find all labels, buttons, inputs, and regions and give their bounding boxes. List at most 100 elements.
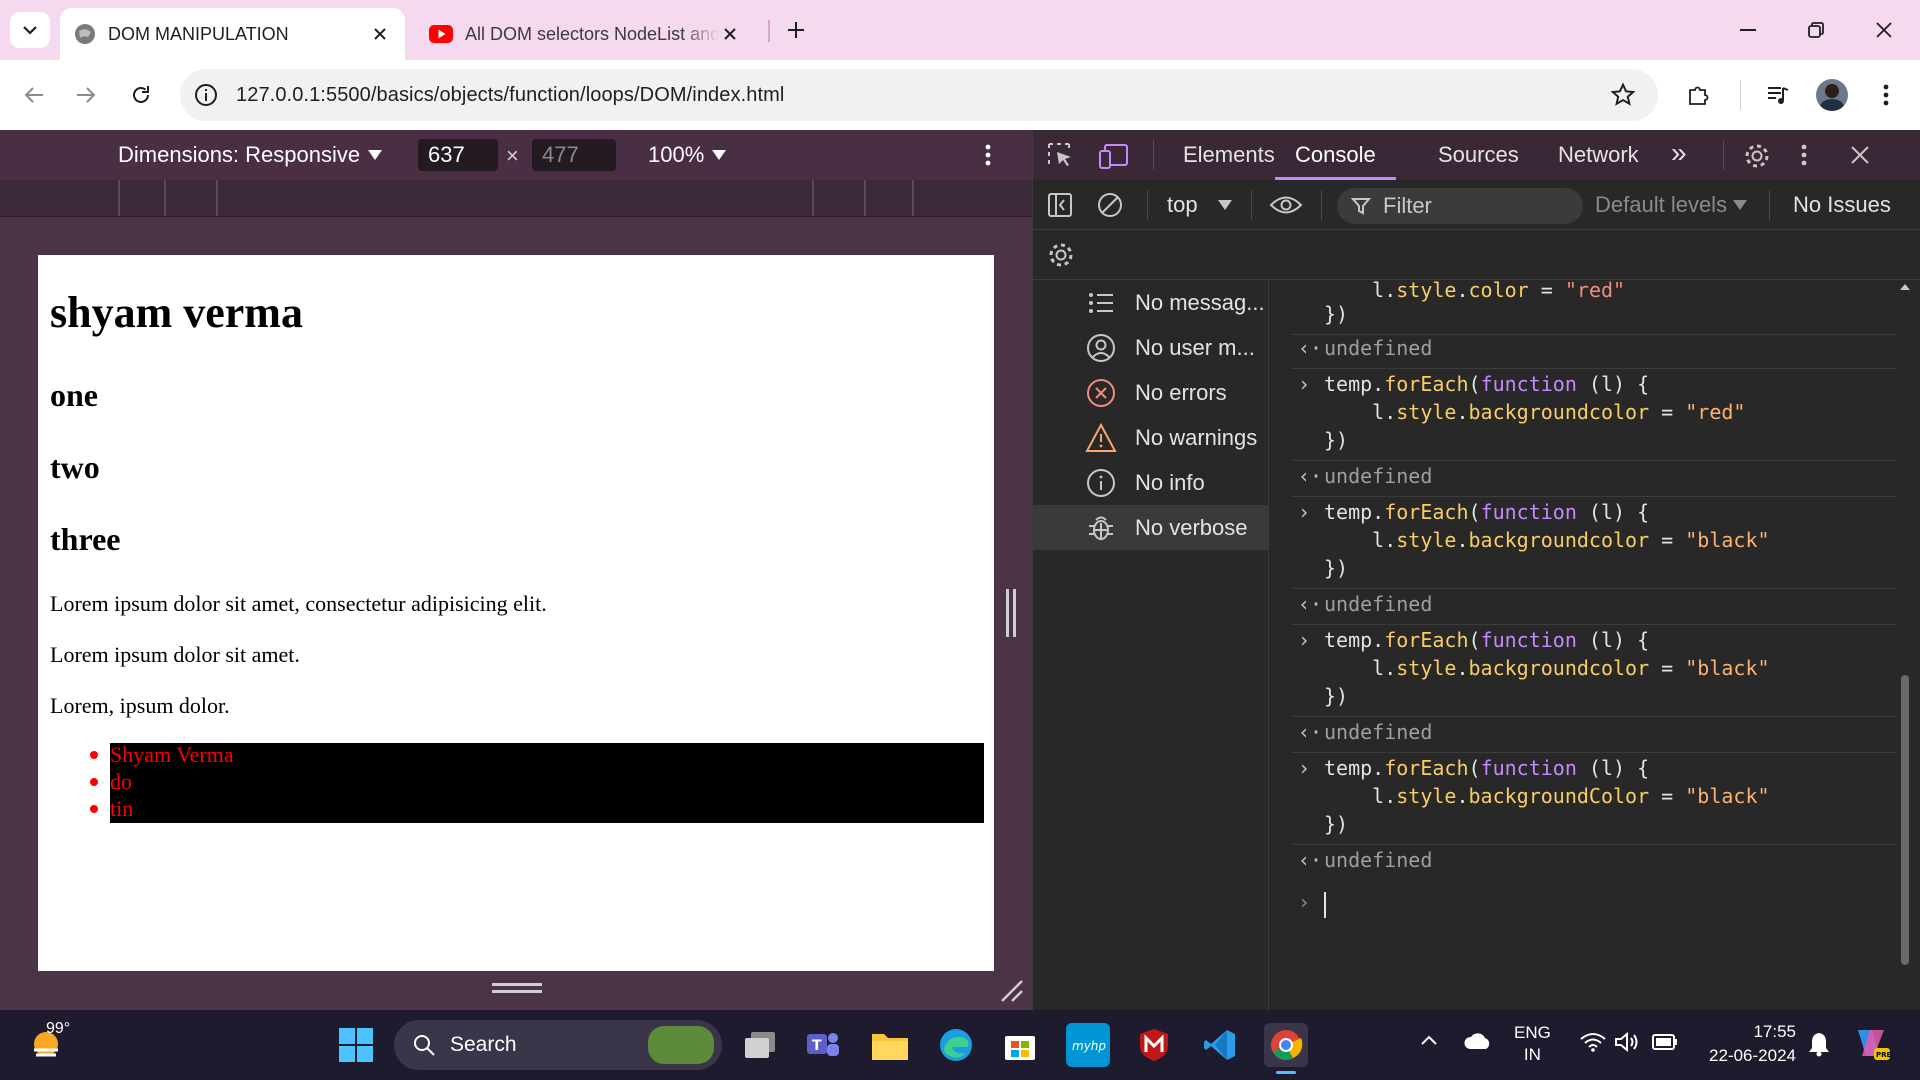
filter-input[interactable]: Filter [1337, 188, 1583, 224]
issues-label[interactable]: No Issues [1793, 180, 1891, 230]
tab-elements[interactable]: Elements [1183, 130, 1275, 180]
reload-button[interactable] [121, 75, 161, 115]
caret-down-icon [712, 150, 727, 160]
tab-console[interactable]: Console [1275, 130, 1396, 180]
profile-avatar[interactable] [1816, 79, 1848, 111]
mcafee-icon[interactable] [1132, 1023, 1176, 1067]
eye-icon[interactable] [1269, 194, 1303, 216]
device-toolbar-toggle-icon[interactable] [1099, 142, 1129, 170]
file-explorer-icon[interactable] [868, 1023, 912, 1067]
show-hidden-icons-chevron-icon[interactable] [1420, 1034, 1438, 1046]
ruler-mark [912, 180, 914, 216]
forward-button[interactable] [66, 75, 106, 115]
console-sidebar: No messag... No user m... No errors No w… [1033, 280, 1269, 1010]
height-input[interactable]: 477 [532, 139, 616, 171]
edge-browser-icon[interactable] [934, 1023, 978, 1067]
resize-handle-bottom[interactable] [492, 983, 542, 986]
console-prompt-input[interactable] [1324, 892, 1326, 918]
console-code-line: }) [1324, 812, 1349, 836]
teams-icon[interactable]: T [802, 1023, 846, 1067]
divider [1723, 140, 1724, 170]
restore-icon [1808, 22, 1824, 38]
device-toolbar: Dimensions: Responsive 637 × 477 100% [0, 130, 1032, 180]
extensions-button[interactable] [1678, 75, 1718, 115]
notification-bell-icon[interactable] [1808, 1031, 1830, 1057]
sidebar-item-messages[interactable]: No messag... [1033, 280, 1268, 325]
task-view-icon[interactable] [738, 1023, 782, 1067]
console-output: l.style.color = "red" }) ‹· undefined › … [1270, 280, 1920, 1010]
minimize-button[interactable] [1728, 12, 1768, 48]
close-devtools-icon[interactable] [1851, 146, 1869, 164]
tab-network[interactable]: Network [1558, 130, 1639, 180]
inspect-element-icon[interactable] [1047, 142, 1075, 170]
bullet [90, 751, 98, 759]
restore-button[interactable] [1796, 12, 1836, 48]
tab-dom-manipulation[interactable]: DOM MANIPULATION [60, 8, 405, 60]
language-indicator[interactable]: ENG IN [1514, 1022, 1551, 1066]
microsoft-store-icon[interactable] [998, 1023, 1042, 1067]
width-input[interactable]: 637 [418, 139, 498, 171]
back-button[interactable] [14, 75, 54, 115]
paragraph: Lorem ipsum dolor sit amet, consectetur … [50, 591, 547, 616]
caret-down-icon [1733, 200, 1748, 210]
resize-corner-icon[interactable] [1000, 979, 1024, 1003]
resize-handle-right[interactable] [1013, 589, 1016, 637]
tab-search-button[interactable] [10, 12, 50, 48]
resize-handle-right[interactable] [1006, 589, 1009, 637]
console-result: undefined [1324, 848, 1433, 872]
close-tab-icon[interactable] [719, 23, 741, 45]
language-code: ENG [1514, 1023, 1551, 1042]
separator [1292, 334, 1896, 335]
menu-button[interactable] [1866, 75, 1906, 115]
scroll-up-icon [1900, 284, 1910, 290]
sidebar-item-verbose[interactable]: No verbose [1033, 505, 1268, 550]
device-options-button[interactable] [985, 144, 991, 166]
console-settings-gear-icon[interactable] [1047, 241, 1075, 269]
sidebar-item-user-messages[interactable]: No user m... [1033, 325, 1268, 370]
settings-gear-icon[interactable] [1743, 142, 1771, 170]
log-levels-dropdown[interactable]: Default levels [1595, 180, 1748, 230]
tab-title: All DOM selectors NodeList and [465, 23, 719, 44]
media-control-button[interactable] [1758, 75, 1798, 115]
tab-sources[interactable]: Sources [1438, 130, 1519, 180]
console-scrollbar[interactable] [1898, 280, 1912, 1000]
onedrive-cloud-icon[interactable] [1464, 1032, 1492, 1050]
close-tab-icon[interactable] [369, 23, 391, 45]
vscode-icon[interactable] [1198, 1023, 1242, 1067]
tab-dom-selectors[interactable]: All DOM selectors NodeList and [415, 8, 755, 60]
windows-logo-icon [339, 1028, 373, 1062]
taskbar-search[interactable]: Search [394, 1020, 722, 1070]
zoom-dropdown[interactable]: 100% [648, 130, 727, 180]
chrome-icon[interactable] [1264, 1023, 1308, 1074]
dimensions-dropdown[interactable]: Dimensions: Responsive [118, 130, 383, 180]
site-info-icon[interactable] [194, 83, 218, 107]
context-selector[interactable]: top [1167, 180, 1232, 230]
address-bar[interactable]: 127.0.0.1:5500/basics/objects/function/l… [180, 69, 1658, 121]
bug-icon [1083, 510, 1119, 546]
caret-down-icon [368, 150, 383, 160]
more-vertical-icon[interactable] [1801, 144, 1807, 166]
clock[interactable]: 17:55 22-06-2024 [1700, 1020, 1796, 1068]
battery-icon[interactable] [1652, 1034, 1678, 1050]
scrollbar-thumb[interactable] [1901, 675, 1909, 965]
wifi-icon[interactable] [1580, 1032, 1606, 1052]
bullet [90, 805, 98, 813]
sidebar-item-info[interactable]: No info [1033, 460, 1268, 505]
sidebar-item-errors[interactable]: No errors [1033, 370, 1268, 415]
close-window-button[interactable] [1864, 12, 1904, 48]
clear-console-icon[interactable] [1097, 192, 1123, 218]
bookmark-star-icon[interactable] [1610, 82, 1636, 108]
volume-icon[interactable] [1614, 1031, 1640, 1053]
page-viewport: shyam verma one two three Lorem ipsum do… [38, 255, 994, 971]
separator [1292, 844, 1896, 845]
sidebar-item-warnings[interactable]: No warnings [1033, 415, 1268, 460]
sidebar-toggle-icon[interactable] [1047, 192, 1073, 218]
new-tab-button[interactable] [780, 14, 812, 46]
start-button[interactable] [334, 1023, 378, 1067]
myhp-icon[interactable]: myhp [1066, 1023, 1110, 1067]
resize-handle-bottom[interactable] [492, 990, 542, 993]
copilot-icon[interactable]: PRE [1852, 1026, 1890, 1062]
more-tabs-icon[interactable]: » [1671, 130, 1687, 180]
console-code-line: temp.forEach(function (l) { [1324, 756, 1650, 780]
return-arrow-icon: ‹· [1298, 848, 1323, 872]
